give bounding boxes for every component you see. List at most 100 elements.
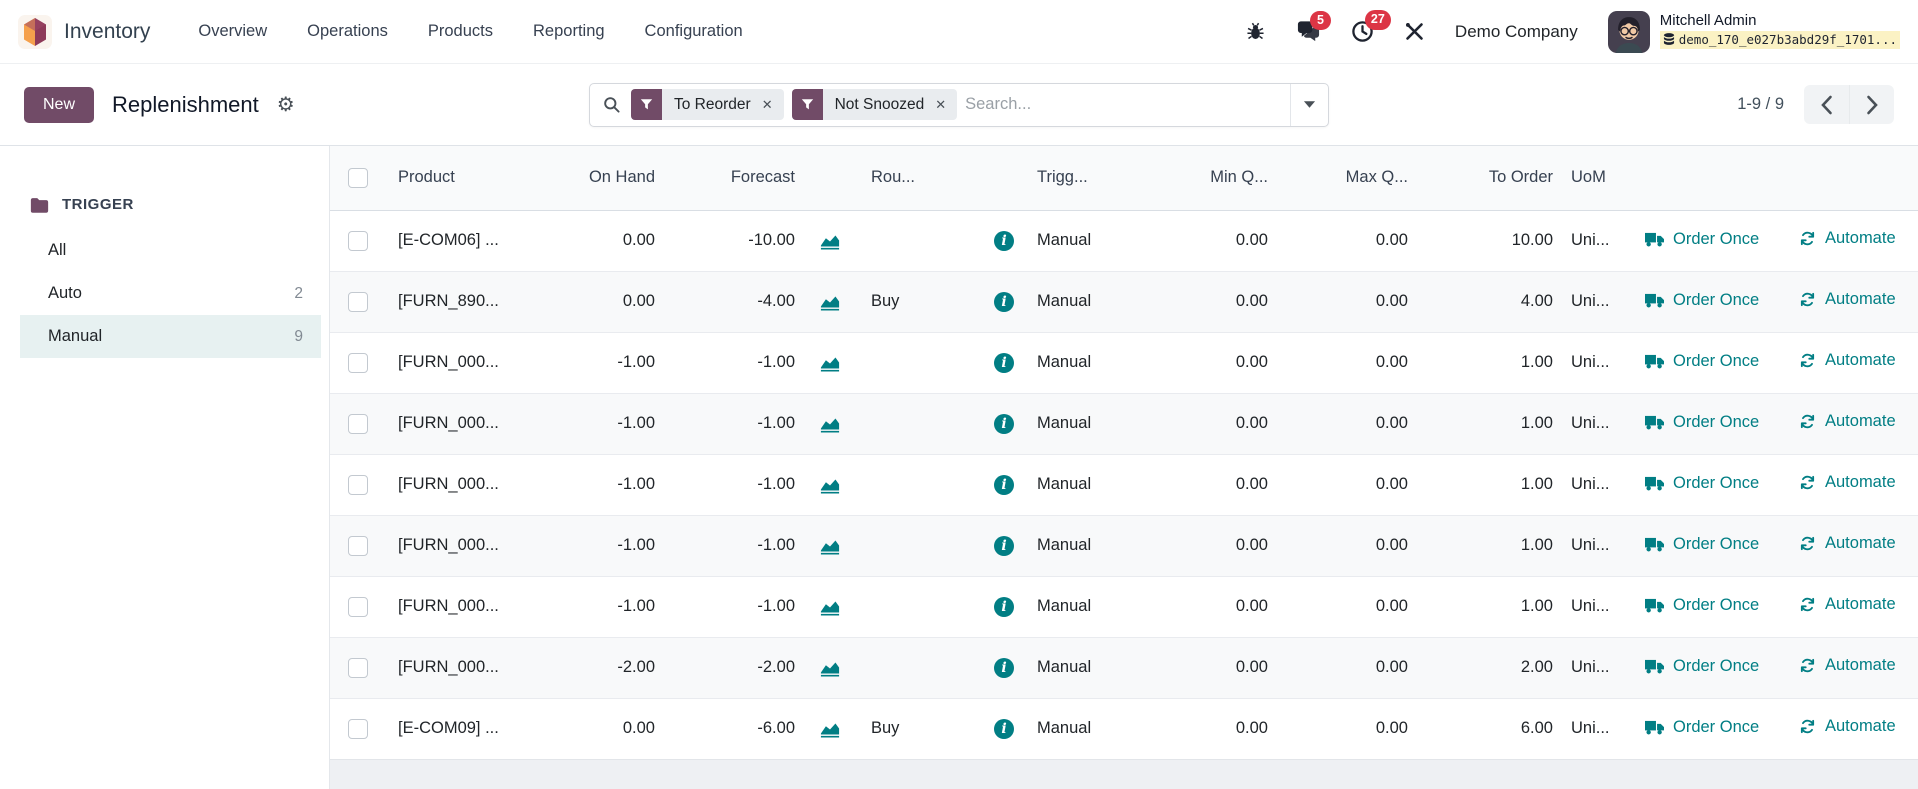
min-qty-cell[interactable]: 0.00 <box>1139 575 1274 637</box>
order-once-button[interactable]: Order Once <box>1645 657 1759 676</box>
forecast-cell[interactable]: -1.00 <box>661 575 801 637</box>
uom-cell[interactable]: Uni... <box>1559 514 1629 576</box>
sidebar-trigger-item[interactable]: All <box>20 229 321 272</box>
route-cell[interactable]: Buy <box>859 270 979 332</box>
sidebar-trigger-item[interactable]: Manual 9 <box>20 315 321 358</box>
forecast-cell[interactable]: -1.00 <box>661 392 801 454</box>
header-min-qty[interactable]: Min Q... <box>1139 146 1274 211</box>
uom-cell[interactable]: Uni... <box>1559 210 1629 271</box>
uom-cell[interactable]: Uni... <box>1559 270 1629 332</box>
forecast-cell[interactable]: -1.00 <box>661 331 801 393</box>
header-uom[interactable]: UoM <box>1559 146 1629 211</box>
trigger-cell[interactable]: Manual <box>1029 575 1139 637</box>
on-hand-cell[interactable]: -1.00 <box>536 514 661 576</box>
bug-icon[interactable] <box>1245 21 1266 42</box>
nav-menu-item[interactable]: Operations <box>307 22 388 41</box>
forecast-cell[interactable]: -10.00 <box>661 210 801 271</box>
route-cell[interactable] <box>859 575 979 637</box>
uom-cell[interactable]: Uni... <box>1559 392 1629 454</box>
nav-menu-item[interactable]: Configuration <box>645 22 743 41</box>
info-icon[interactable]: i <box>994 291 1014 312</box>
pager-prev-button[interactable] <box>1804 85 1849 124</box>
product-cell[interactable]: [E-COM09] ... <box>386 697 536 759</box>
automate-button[interactable]: Automate <box>1799 656 1896 675</box>
max-qty-cell[interactable]: 0.00 <box>1274 270 1414 332</box>
select-all-checkbox[interactable] <box>348 167 368 188</box>
max-qty-cell[interactable]: 0.00 <box>1274 514 1414 576</box>
nav-menu-item[interactable]: Reporting <box>533 22 605 41</box>
forecast-chart-icon[interactable] <box>819 231 841 251</box>
automate-button[interactable]: Automate <box>1799 595 1896 614</box>
max-qty-cell[interactable]: 0.00 <box>1274 636 1414 698</box>
product-cell[interactable]: [FURN_890... <box>386 270 536 332</box>
tools-icon[interactable] <box>1404 21 1425 42</box>
product-cell[interactable]: [E-COM06] ... <box>386 210 536 271</box>
on-hand-cell[interactable]: 0.00 <box>536 697 661 759</box>
forecast-cell[interactable]: -4.00 <box>661 270 801 332</box>
sidebar-trigger-item[interactable]: Auto 2 <box>20 272 321 315</box>
min-qty-cell[interactable]: 0.00 <box>1139 697 1274 759</box>
route-cell[interactable] <box>859 453 979 515</box>
company-switcher[interactable]: Demo Company <box>1455 22 1578 42</box>
activities-clock-icon[interactable]: 27 <box>1351 10 1391 43</box>
trigger-cell[interactable]: Manual <box>1029 331 1139 393</box>
max-qty-cell[interactable]: 0.00 <box>1274 453 1414 515</box>
to-order-cell[interactable]: 1.00 <box>1414 331 1559 393</box>
info-icon[interactable]: i <box>994 474 1014 495</box>
max-qty-cell[interactable]: 0.00 <box>1274 331 1414 393</box>
forecast-chart-icon[interactable] <box>819 475 841 495</box>
min-qty-cell[interactable]: 0.00 <box>1139 270 1274 332</box>
messages-icon[interactable]: 5 <box>1296 10 1331 43</box>
forecast-cell[interactable]: -1.00 <box>661 453 801 515</box>
forecast-chart-icon[interactable] <box>819 536 841 556</box>
forecast-cell[interactable]: -2.00 <box>661 636 801 698</box>
info-icon[interactable]: i <box>994 718 1014 739</box>
min-qty-cell[interactable]: 0.00 <box>1139 636 1274 698</box>
uom-cell[interactable]: Uni... <box>1559 697 1629 759</box>
max-qty-cell[interactable]: 0.00 <box>1274 210 1414 271</box>
trigger-cell[interactable]: Manual <box>1029 270 1139 332</box>
route-cell[interactable]: Buy <box>859 697 979 759</box>
to-order-cell[interactable]: 2.00 <box>1414 636 1559 698</box>
route-cell[interactable] <box>859 331 979 393</box>
nav-menu-item[interactable]: Products <box>428 22 493 41</box>
route-cell[interactable] <box>859 210 979 271</box>
row-checkbox[interactable] <box>348 291 368 312</box>
header-trigger[interactable]: Trigg... <box>1029 146 1139 211</box>
on-hand-cell[interactable]: -2.00 <box>536 636 661 698</box>
order-once-button[interactable]: Order Once <box>1645 535 1759 554</box>
route-cell[interactable] <box>859 636 979 698</box>
to-order-cell[interactable]: 10.00 <box>1414 210 1559 271</box>
row-checkbox[interactable] <box>348 230 368 251</box>
route-cell[interactable] <box>859 392 979 454</box>
info-icon[interactable]: i <box>994 413 1014 434</box>
filter-chip-close-icon[interactable]: ✕ <box>935 97 957 113</box>
trigger-cell[interactable]: Manual <box>1029 210 1139 271</box>
product-cell[interactable]: [FURN_000... <box>386 453 536 515</box>
nav-menu-item[interactable]: Overview <box>198 22 267 41</box>
order-once-button[interactable]: Order Once <box>1645 718 1759 737</box>
info-icon[interactable]: i <box>994 230 1014 251</box>
info-icon[interactable]: i <box>994 535 1014 556</box>
info-icon[interactable]: i <box>994 657 1014 678</box>
min-qty-cell[interactable]: 0.00 <box>1139 453 1274 515</box>
on-hand-cell[interactable]: -1.00 <box>536 392 661 454</box>
uom-cell[interactable]: Uni... <box>1559 636 1629 698</box>
on-hand-cell[interactable]: -1.00 <box>536 331 661 393</box>
trigger-cell[interactable]: Manual <box>1029 697 1139 759</box>
search-filter-chip[interactable]: Not Snoozed ✕ <box>791 89 958 120</box>
header-max-qty[interactable]: Max Q... <box>1274 146 1414 211</box>
row-checkbox[interactable] <box>348 596 368 617</box>
forecast-chart-icon[interactable] <box>819 719 841 739</box>
app-name[interactable]: Inventory <box>64 20 150 44</box>
order-once-button[interactable]: Order Once <box>1645 230 1759 249</box>
order-once-button[interactable]: Order Once <box>1645 291 1759 310</box>
uom-cell[interactable]: Uni... <box>1559 331 1629 393</box>
automate-button[interactable]: Automate <box>1799 229 1896 248</box>
header-forecast[interactable]: Forecast <box>661 146 801 211</box>
automate-button[interactable]: Automate <box>1799 290 1896 309</box>
row-checkbox[interactable] <box>348 474 368 495</box>
trigger-cell[interactable]: Manual <box>1029 636 1139 698</box>
automate-button[interactable]: Automate <box>1799 534 1896 553</box>
info-icon[interactable]: i <box>994 352 1014 373</box>
